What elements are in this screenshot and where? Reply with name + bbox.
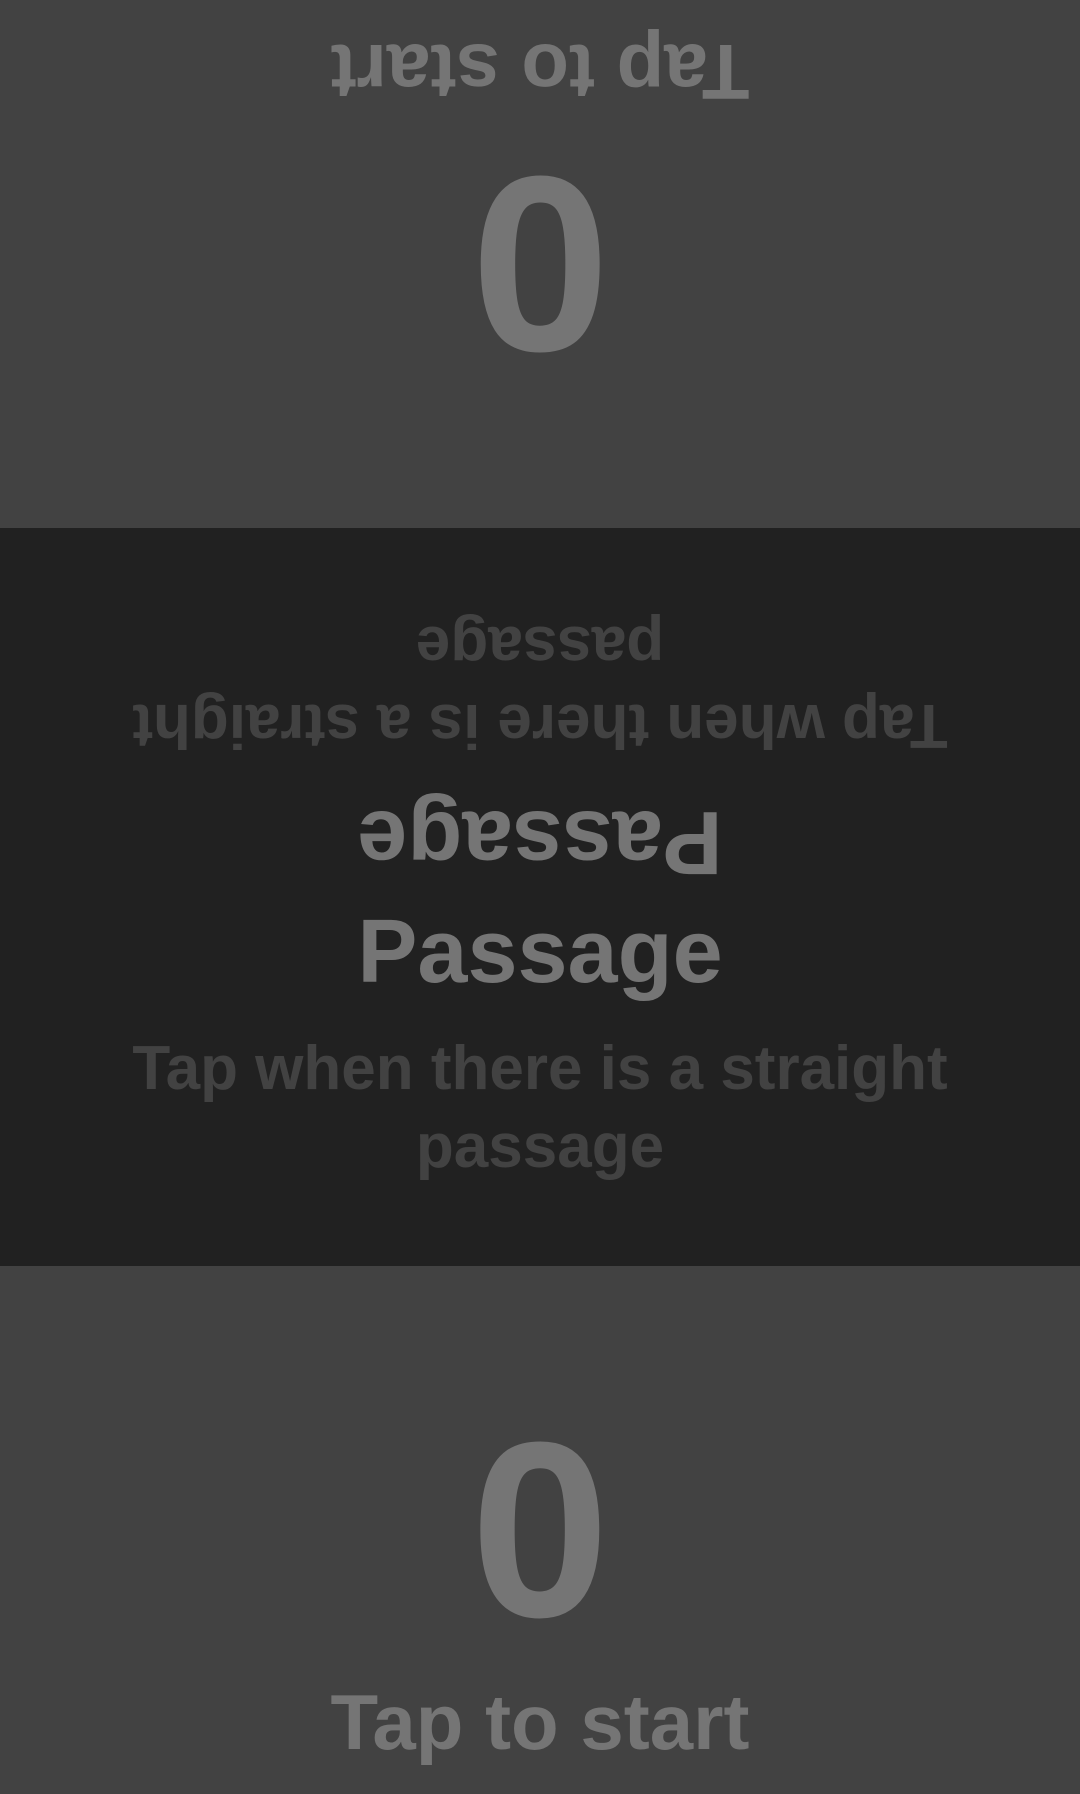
card-bottom: Passage Tap when there is a straight pas…	[0, 897, 1080, 1266]
bottom-player-start-hint: Tap to start	[330, 1678, 750, 1766]
card-description-mirrored: Tap when there is a straight passage	[132, 613, 948, 760]
top-player-panel[interactable]: 0 Tap to start	[0, 0, 1080, 528]
top-player-start-hint: Tap to start	[330, 28, 750, 116]
bottom-player-panel[interactable]: 0 Tap to start	[0, 1266, 1080, 1794]
card-top-mirrored: Passage Tap when there is a straight pas…	[0, 528, 1080, 897]
card-title: Passage	[357, 902, 723, 1002]
card-title-mirrored: Passage	[357, 792, 723, 892]
card-area: Passage Tap when there is a straight pas…	[0, 528, 1080, 1266]
card-description: Tap when there is a straight passage	[132, 1034, 948, 1181]
bottom-player-score: 0	[470, 1390, 610, 1669]
game-screen: 0 Tap to start Passage Tap when there is…	[0, 0, 1080, 1794]
top-player-score: 0	[470, 125, 610, 404]
